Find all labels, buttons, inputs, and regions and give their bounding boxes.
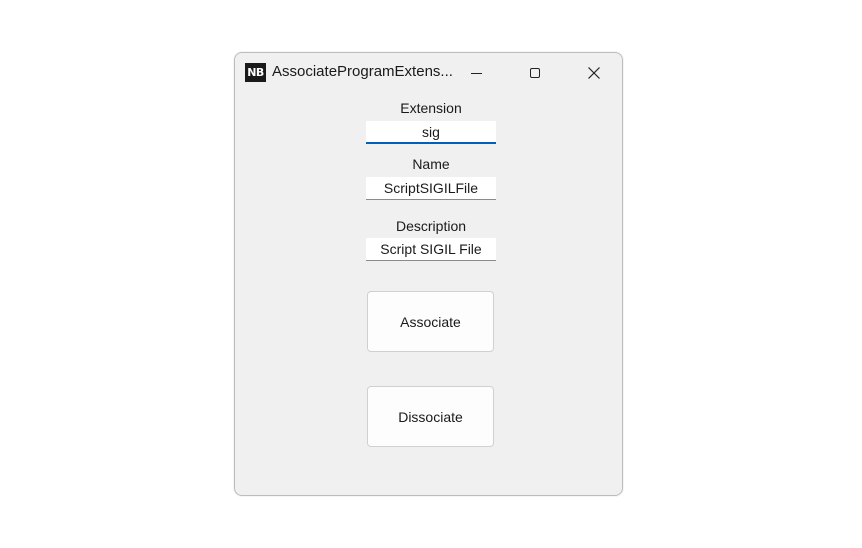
extension-label: Extension <box>400 100 462 116</box>
extension-field[interactable] <box>366 121 496 144</box>
close-button[interactable] <box>571 53 617 93</box>
name-field[interactable] <box>366 177 496 200</box>
associate-button[interactable]: Associate <box>367 291 494 352</box>
description-field[interactable] <box>366 238 496 261</box>
minimize-icon <box>470 72 482 74</box>
maximize-icon <box>530 68 540 78</box>
app-logo-icon: NB <box>245 63 266 82</box>
maximize-button[interactable] <box>512 53 558 93</box>
window-title: AssociateProgramExtens... <box>272 63 453 80</box>
name-label: Name <box>412 156 450 172</box>
dissociate-button[interactable]: Dissociate <box>367 386 494 447</box>
app-window: NB AssociateProgramExtens... Extension N… <box>234 52 623 496</box>
close-icon <box>588 67 600 79</box>
minimize-button[interactable] <box>453 53 499 93</box>
description-label: Description <box>395 218 467 234</box>
title-bar[interactable]: NB AssociateProgramExtens... <box>235 53 622 93</box>
